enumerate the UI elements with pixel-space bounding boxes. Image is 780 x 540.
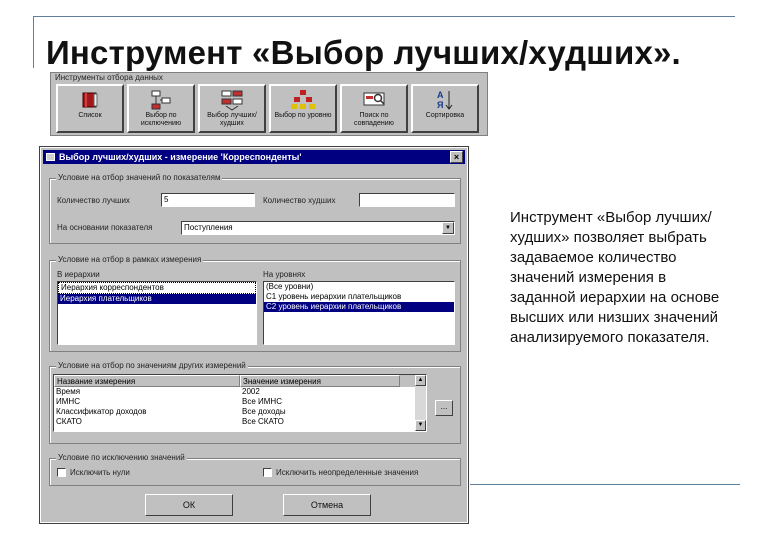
grid-scrollbar[interactable]: ▲ ▼ <box>415 375 426 431</box>
data-selection-toolbar: Инструменты отбора данных Список Выбор п… <box>50 72 488 136</box>
best-worst-button[interactable]: Выбор лучших/худших <box>198 84 266 133</box>
dimension-value-cell: 2002 <box>242 387 260 396</box>
list-button-label: Список <box>78 112 102 119</box>
dimension-value-cell: Все доходы <box>242 407 286 416</box>
book-icon <box>77 89 103 111</box>
dimension-values-grid[interactable]: Название измерения Значение измерения Вр… <box>53 374 427 432</box>
level-select-icon <box>290 89 316 111</box>
basis-indicator-label: На основании показателя <box>57 223 153 232</box>
level-item[interactable]: С1 уровень иерархии плательщиков <box>264 292 454 302</box>
col-dimension-value[interactable]: Значение измерения <box>240 375 400 387</box>
best-count-input[interactable]: 5 <box>161 193 255 207</box>
levels-list[interactable]: (Все уровни) С1 уровень иерархии платель… <box>263 281 455 345</box>
best-count-label: Количество лучших <box>57 196 130 205</box>
dialog-title: Выбор лучших/худших - измерение 'Корресп… <box>59 152 302 162</box>
dialog-titlebar: Выбор лучших/худших - измерение 'Корресп… <box>43 150 465 164</box>
exclude-zeros-box[interactable] <box>57 468 66 477</box>
level-select-button[interactable]: Выбор по уровню <box>269 84 337 133</box>
search-match-label: Поиск по совпадению <box>354 112 394 127</box>
exclusion-legend: Условие по исключению значений <box>56 453 187 462</box>
exclude-undefined-box[interactable] <box>263 468 272 477</box>
best-worst-label: Выбор лучших/худших <box>207 112 257 127</box>
svg-text:Я: Я <box>437 100 443 110</box>
search-match-button[interactable]: Поиск по совпадению <box>340 84 408 133</box>
hierarchy-item[interactable]: Иерархия корреспондентов <box>58 282 256 294</box>
hierarchy-list[interactable]: Иерархия корреспондентов Иерархия плател… <box>57 281 257 345</box>
basis-indicator-value: Поступления <box>184 223 233 232</box>
exclude-select-icon <box>148 89 174 111</box>
search-match-icon <box>361 89 387 111</box>
dimension-name-cell: ИМНС <box>56 397 80 406</box>
ok-button[interactable]: ОК <box>145 494 233 516</box>
exclude-select-button[interactable]: Выбор по исключению <box>127 84 195 133</box>
slide-description: Инструмент «Выбор лучших/худших» позволя… <box>510 209 720 346</box>
exclude-select-label: Выбор по исключению <box>140 112 182 127</box>
window-app-icon <box>46 153 55 161</box>
level-select-label: Выбор по уровню <box>274 112 332 119</box>
close-button[interactable]: × <box>450 151 463 163</box>
level-item[interactable]: С2 уровень иерархии плательщиков <box>264 302 454 312</box>
slide-bottom-line <box>470 484 740 485</box>
scroll-up-icon[interactable]: ▲ <box>415 375 426 386</box>
indicator-condition-legend: Условие на отбор значений по показателям <box>56 173 223 182</box>
slide-title: Инструмент «Выбор лучших/худших». <box>46 34 681 71</box>
sort-button-label: Сортировка <box>425 112 465 119</box>
hierarchy-item[interactable]: Иерархия плательщиков <box>58 294 256 304</box>
browse-button[interactable]: ... <box>435 400 453 416</box>
exclude-undefined-checkbox[interactable]: Исключить неопределенные значения <box>263 468 418 477</box>
dropdown-arrow-icon[interactable]: ▼ <box>442 222 454 234</box>
exclude-undefined-label: Исключить неопределенные значения <box>276 468 419 477</box>
scroll-down-icon[interactable]: ▼ <box>415 420 426 431</box>
exclude-zeros-checkbox[interactable]: Исключить нули <box>57 468 130 477</box>
dimension-name-cell: Классификатор доходов <box>56 407 147 416</box>
sort-az-icon: АЯ <box>432 89 458 111</box>
table-row[interactable]: ИМНС Все ИМНС <box>54 397 426 407</box>
slide-left-line <box>33 16 34 68</box>
dimension-name-cell: Время <box>56 387 81 396</box>
other-dimensions-legend: Условие на отбор по значениям других изм… <box>56 361 248 370</box>
table-row[interactable]: СКАТО Все СКАТО <box>54 417 426 427</box>
levels-label: На уровнях <box>263 270 306 279</box>
table-row[interactable]: Время 2002 <box>54 387 426 397</box>
cancel-button[interactable]: Отмена <box>283 494 371 516</box>
svg-text:А: А <box>437 90 444 100</box>
hierarchy-label: В иерархии <box>57 270 100 279</box>
best-worst-icon <box>219 89 245 111</box>
worst-count-label: Количество худших <box>263 196 336 205</box>
slide-top-line <box>33 16 735 17</box>
level-item[interactable]: (Все уровни) <box>264 282 454 292</box>
basis-indicator-select[interactable]: Поступления ▼ <box>181 221 455 235</box>
dimension-condition-legend: Условие на отбор в рамках измерения <box>56 255 204 264</box>
col-dimension-name[interactable]: Название измерения <box>54 375 240 387</box>
toolbar-caption: Инструменты отбора данных <box>55 73 163 82</box>
exclude-zeros-label: Исключить нули <box>70 468 130 477</box>
list-button[interactable]: Список <box>56 84 124 133</box>
worst-count-input[interactable] <box>359 193 455 207</box>
dimension-name-cell: СКАТО <box>56 417 82 426</box>
dimension-value-cell: Все ИМНС <box>242 397 282 406</box>
table-row[interactable]: Классификатор доходов Все доходы <box>54 407 426 417</box>
sort-button[interactable]: АЯ Сортировка <box>411 84 479 133</box>
dimension-value-cell: Все СКАТО <box>242 417 284 426</box>
best-worst-dialog: Выбор лучших/худших - измерение 'Корресп… <box>39 146 469 524</box>
